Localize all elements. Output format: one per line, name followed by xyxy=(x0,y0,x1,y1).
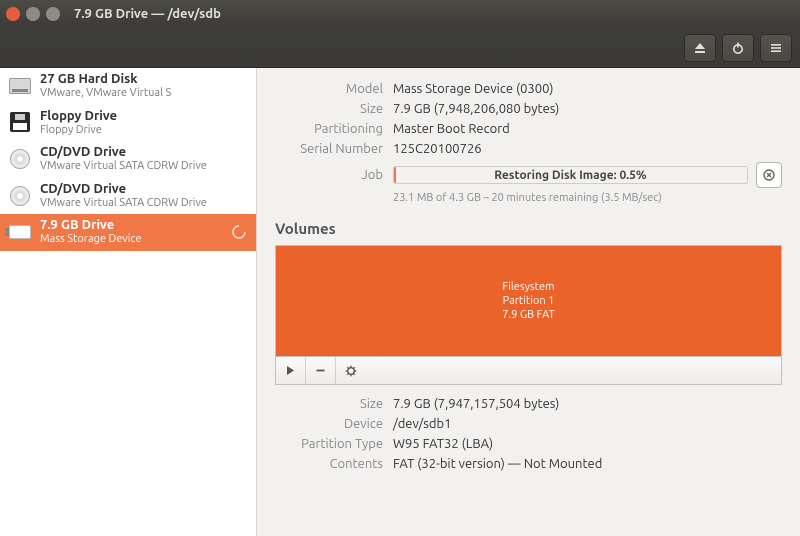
vol-size-label: Size xyxy=(275,397,383,411)
volume-line3: 7.9 GB FAT xyxy=(502,308,554,322)
device-sub: Floppy Drive xyxy=(40,124,117,137)
details-panel: Model Mass Storage Device (0300) Size 7.9 … xyxy=(257,68,800,536)
volume-line1: Filesystem xyxy=(502,280,554,294)
device-name: Floppy Drive xyxy=(40,109,117,124)
job-detail-text: 23.1 MB of 4.3 GB – 20 minutes remaining… xyxy=(393,192,782,204)
device-name: CD/DVD Drive xyxy=(40,145,207,160)
window-close-button[interactable] xyxy=(6,7,20,21)
cancel-icon xyxy=(763,169,775,181)
sidebar-item-cd2[interactable]: CD/DVD Drive VMware Virtual SATA CDRW Dr… xyxy=(0,178,256,215)
gear-icon xyxy=(345,365,357,377)
cd-icon xyxy=(8,147,32,171)
eject-button[interactable] xyxy=(684,34,716,62)
partitioning-value: Master Boot Record xyxy=(393,122,782,136)
device-name: CD/DVD Drive xyxy=(40,182,207,197)
volume-line2: Partition 1 xyxy=(502,294,554,308)
job-cancel-button[interactable] xyxy=(756,162,782,188)
vol-ptype-label: Partition Type xyxy=(275,437,383,451)
device-sub: Mass Storage Device xyxy=(40,233,142,246)
device-sub: VMware, VMware Virtual S xyxy=(40,87,171,100)
menu-button[interactable] xyxy=(760,34,792,62)
partition-settings-button[interactable] xyxy=(336,357,366,384)
volume-partition[interactable]: Filesystem Partition 1 7.9 GB FAT xyxy=(275,245,782,357)
job-row: Job Restoring Disk Image: 0.5% xyxy=(275,162,782,188)
job-progress-bar: Restoring Disk Image: 0.5% xyxy=(393,166,748,184)
hamburger-icon xyxy=(769,41,783,55)
device-sub: VMware Virtual SATA CDRW Drive xyxy=(40,197,207,210)
window-maximize-button[interactable] xyxy=(46,7,60,21)
vol-device-label: Device xyxy=(275,417,383,431)
partitioning-label: Partitioning xyxy=(275,122,383,136)
size-label: Size xyxy=(275,102,383,116)
vol-device-value: /dev/sdb1 xyxy=(393,417,782,431)
vol-contents-value: FAT (32-bit version) — Not Mounted xyxy=(393,457,782,471)
sidebar-item-hdd[interactable]: 27 GB Hard Disk VMware, VMware Virtual S xyxy=(0,68,256,105)
device-sub: VMware Virtual SATA CDRW Drive xyxy=(40,160,207,173)
sidebar-item-cd1[interactable]: CD/DVD Drive VMware Virtual SATA CDRW Dr… xyxy=(0,141,256,178)
serial-value: 125C20100726 xyxy=(393,142,782,156)
volume-toolbar xyxy=(275,357,782,385)
spinner-icon xyxy=(230,223,248,241)
device-name: 27 GB Hard Disk xyxy=(40,72,171,87)
job-progress-text: Restoring Disk Image: 0.5% xyxy=(494,169,646,182)
minus-icon xyxy=(315,365,326,376)
device-sidebar: 27 GB Hard Disk VMware, VMware Virtual S… xyxy=(0,68,257,536)
floppy-icon xyxy=(8,110,32,134)
volumes-heading: Volumes xyxy=(275,220,782,237)
cd-icon xyxy=(8,184,32,208)
window-title: 7.9 GB Drive — /dev/sdb xyxy=(74,7,221,21)
hdd-icon xyxy=(8,74,32,98)
eject-icon xyxy=(693,41,707,55)
header-toolbar xyxy=(0,28,800,68)
sidebar-item-floppy[interactable]: Floppy Drive Floppy Drive xyxy=(0,105,256,142)
model-label: Model xyxy=(275,82,383,96)
usb-icon xyxy=(8,220,32,244)
window-titlebar: 7.9 GB Drive — /dev/sdb xyxy=(0,0,800,28)
job-label: Job xyxy=(275,168,383,182)
vol-contents-label: Contents xyxy=(275,457,383,471)
window-minimize-button[interactable] xyxy=(26,7,40,21)
vol-ptype-value: W95 FAT32 (LBA) xyxy=(393,437,782,451)
power-icon xyxy=(731,41,745,55)
model-value: Mass Storage Device (0300) xyxy=(393,82,782,96)
device-name: 7.9 GB Drive xyxy=(40,218,142,233)
vol-size-value: 7.9 GB (7,947,157,504 bytes) xyxy=(393,397,782,411)
remove-partition-button[interactable] xyxy=(306,357,336,384)
mount-button[interactable] xyxy=(276,357,306,384)
size-value: 7.9 GB (7,948,206,080 bytes) xyxy=(393,102,782,116)
sidebar-item-usb[interactable]: 7.9 GB Drive Mass Storage Device xyxy=(0,214,256,251)
serial-label: Serial Number xyxy=(275,142,383,156)
power-button[interactable] xyxy=(722,34,754,62)
play-icon xyxy=(285,365,296,376)
